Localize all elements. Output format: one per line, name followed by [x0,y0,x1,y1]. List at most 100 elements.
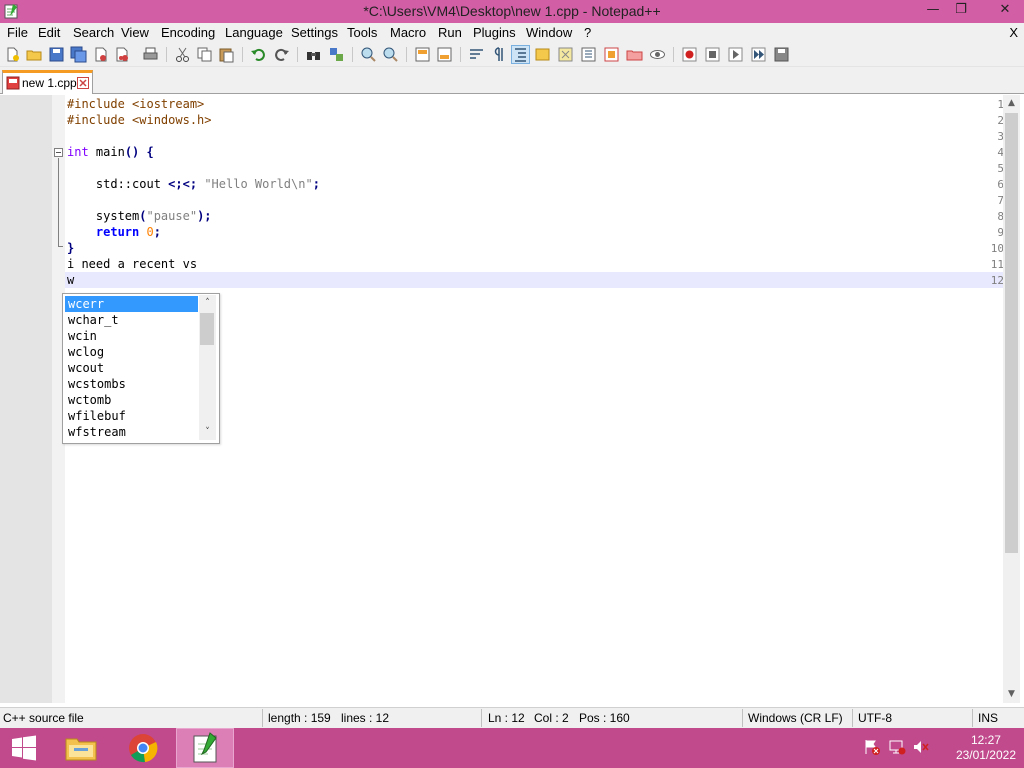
line-number: 9 [997,226,1004,239]
menu-search[interactable]: Search [73,25,114,40]
toolbar-separator [166,47,167,62]
menu-edit[interactable]: Edit [38,25,60,40]
scrollbar-thumb[interactable] [1005,113,1018,553]
scroll-up-icon[interactable]: ▲ [1003,95,1020,112]
open-file-icon[interactable] [26,46,43,63]
code-line: system("pause"); [67,209,212,223]
stop-macro-icon[interactable] [704,46,721,63]
status-lines: lines : 12 [341,711,390,725]
autocomplete-scroll-thumb[interactable] [200,313,214,345]
document-map-icon[interactable] [557,46,574,63]
window-title: *C:\Users\VM4\Desktop\new 1.cpp - Notepa… [363,3,661,19]
word-wrap-icon[interactable] [468,46,485,63]
toolbar-separator [460,47,461,62]
menu-file[interactable]: File [7,25,28,40]
toolbar-separator [242,47,243,62]
paste-icon[interactable] [218,46,235,63]
menu-plugins[interactable]: Plugins [473,25,516,40]
status-language: C++ source file [3,711,84,725]
menu-tools[interactable]: Tools [347,25,377,40]
start-button[interactable] [0,728,58,768]
scroll-down-icon[interactable]: ▼ [1003,686,1020,703]
autocomplete-item[interactable]: wcin [65,328,198,344]
print-icon[interactable] [142,46,159,63]
close-all-icon[interactable] [114,46,131,63]
autocomplete-list[interactable]: wcerr wchar_t wcin wclog wcout wcstombs … [62,293,220,444]
menu-language[interactable]: Language [225,25,283,40]
save-icon[interactable] [48,46,65,63]
menu-run[interactable]: Run [438,25,462,40]
zoom-out-icon[interactable] [382,46,399,63]
autocomplete-scrollbar[interactable]: ˄ ˅ [199,295,216,440]
record-macro-icon[interactable] [681,46,698,63]
sync-vertical-icon[interactable] [414,46,431,63]
toolbar-separator [352,47,353,62]
code-line: i need a recent vs [67,257,198,271]
folder-icon[interactable] [626,46,643,63]
clock-time: 12:27 [970,733,1001,747]
autocomplete-item[interactable]: wctomb [65,392,198,408]
fold-toggle[interactable] [54,148,63,157]
menu-view[interactable]: View [121,25,149,40]
zoom-in-icon[interactable] [360,46,377,63]
replace-icon[interactable] [328,46,345,63]
copy-icon[interactable] [196,46,213,63]
chevron-up-icon[interactable]: ˄ [199,295,216,311]
new-file-icon[interactable] [4,46,21,63]
close-tab-icon[interactable] [77,77,89,89]
status-eol[interactable]: Windows (CR LF) [748,711,843,725]
close-button[interactable]: ✕ [986,0,1024,21]
status-position: Pos : 160 [579,711,630,725]
autocomplete-item[interactable]: wclog [65,344,198,360]
autocomplete-item[interactable]: wcstombs [65,376,198,392]
action-center-icon[interactable] [863,738,881,756]
menu-window[interactable]: Window [526,25,572,40]
status-encoding[interactable]: UTF-8 [858,711,892,725]
show-all-characters-icon[interactable] [490,46,507,63]
folder-as-workspace-icon[interactable] [603,46,620,63]
undo-icon[interactable] [250,46,267,63]
restore-button[interactable]: ❐ [946,0,976,21]
autocomplete-item[interactable]: wcout [65,360,198,376]
volume-muted-icon[interactable] [912,738,930,756]
monitoring-icon[interactable] [649,46,666,63]
autocomplete-item[interactable]: wfilebuf [65,408,198,424]
file-explorer-button[interactable] [52,728,110,768]
save-macro-icon[interactable] [773,46,790,63]
autocomplete-item[interactable]: wcerr [65,296,198,312]
play-macro-icon[interactable] [727,46,744,63]
menu-encoding[interactable]: Encoding [161,25,215,40]
vertical-scrollbar[interactable]: ▲ ▼ [1003,95,1020,703]
windows-logo-icon [12,735,36,761]
status-line: Ln : 12 [488,711,525,725]
save-all-icon[interactable] [70,46,87,63]
menu-help[interactable]: ? [584,25,591,40]
cut-icon[interactable] [174,46,191,63]
system-clock[interactable]: 12:27 23/01/2022 [956,733,1016,763]
line-number: 12 [990,274,1004,287]
menu-settings[interactable]: Settings [291,25,338,40]
notepad-plus-plus-button[interactable] [176,728,234,768]
network-icon[interactable] [888,738,906,756]
chrome-button[interactable] [114,728,172,768]
find-icon[interactable] [305,46,322,63]
tab-label: new 1.cpp [22,76,77,90]
chevron-down-icon[interactable]: ˅ [199,424,216,440]
sync-horizontal-icon[interactable] [436,46,453,63]
tab-new-1-cpp[interactable]: new 1.cpp [2,70,93,94]
code-line: int main() { [67,145,154,159]
autocomplete-item[interactable]: wchar_t [65,312,198,328]
close-file-icon[interactable] [92,46,109,63]
autocomplete-item[interactable]: wfstream [65,424,198,440]
run-macro-multiple-icon[interactable] [750,46,767,63]
minimize-button[interactable]: — [918,0,948,21]
indent-guide-icon[interactable] [511,45,530,64]
menu-macro[interactable]: Macro [390,25,426,40]
redo-icon[interactable] [273,46,290,63]
line-number: 2 [997,114,1004,127]
line-number-gutter [0,95,52,703]
close-document-button[interactable]: X [1009,25,1018,40]
user-defined-language-icon[interactable] [534,46,551,63]
function-list-icon[interactable] [580,46,597,63]
chrome-icon [129,734,158,763]
